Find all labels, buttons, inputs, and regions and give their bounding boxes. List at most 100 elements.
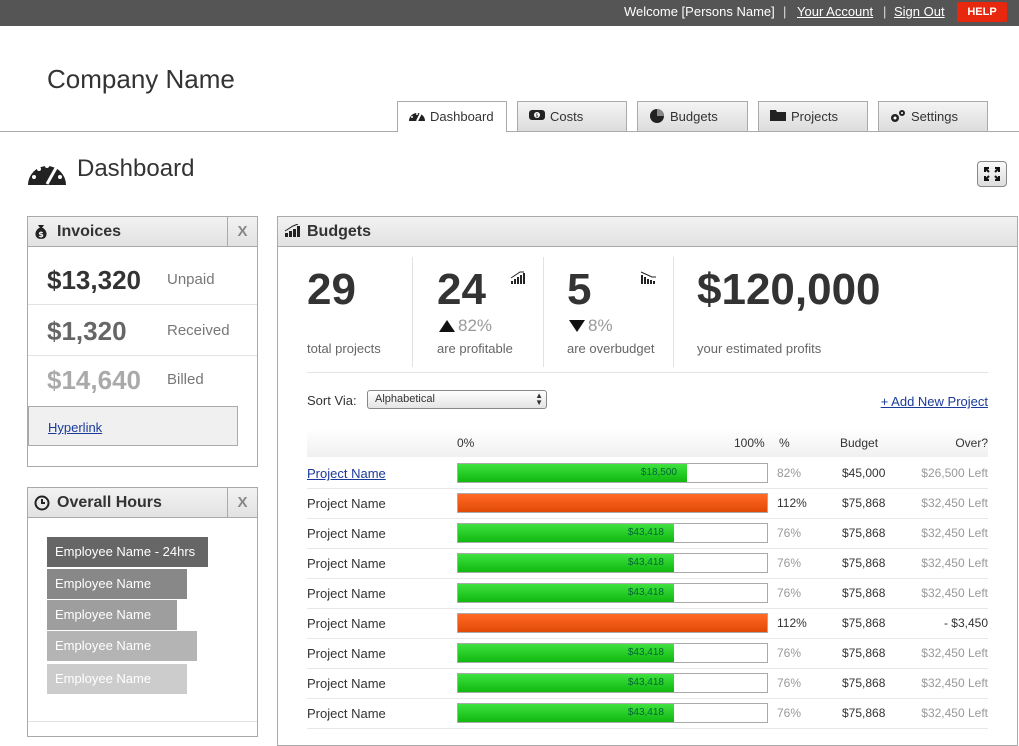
budget-progress-bar: $43,418: [457, 583, 768, 603]
table-row: Project Name $43,418 76% $75,868 $32,450 Lef…: [307, 549, 988, 579]
panel-title: Invoices: [57, 223, 122, 240]
project-name: Project Name: [307, 616, 386, 631]
spent-amount: $43,418: [627, 647, 664, 658]
total-projects-count: 29: [307, 265, 356, 314]
svg-text:$: $: [38, 230, 44, 239]
budget-progress-fill: $43,418: [458, 524, 674, 542]
employee-hours-bar: Employee Name: [47, 664, 187, 694]
project-remaining: $32,450 Left: [921, 646, 988, 660]
tab-projects[interactable]: Projects: [758, 101, 868, 131]
project-percent: 76%: [777, 706, 802, 720]
budget-progress-fill: $43,418: [458, 674, 674, 692]
table-header: 0% 100% % Budget Over?: [307, 429, 988, 457]
project-percent: 76%: [777, 676, 802, 690]
project-percent: 112%: [777, 616, 807, 630]
separator: |: [883, 4, 887, 19]
profitable-percent: 82%: [458, 316, 493, 335]
column-header-over: Over?: [955, 436, 988, 450]
tab-label: Projects: [791, 109, 838, 124]
spent-amount: $43,418: [627, 527, 664, 538]
overbudget-label: are overbudget: [567, 341, 655, 356]
estimated-profits-value: $120,000: [697, 265, 881, 314]
budget-progress-bar: $18,500: [457, 463, 768, 483]
project-name: Project Name: [307, 526, 386, 541]
project-name: Project Name: [307, 556, 386, 571]
project-remaining: $32,450 Left: [921, 706, 988, 720]
fullscreen-button[interactable]: [977, 161, 1007, 187]
invoice-label: Billed: [167, 371, 204, 388]
project-remaining: $26,500 Left: [921, 466, 988, 480]
arrow-up-icon: [438, 319, 456, 338]
table-row: Project Name 112% $75,868 - $3,450: [307, 609, 988, 639]
project-remaining: $32,450 Left: [921, 676, 988, 690]
add-new-project-link[interactable]: + Add New Project: [881, 394, 988, 409]
project-name-link[interactable]: Project Name: [307, 466, 386, 481]
invoice-row: $13,320 Unpaid: [28, 254, 257, 305]
employee-hours-bar: Employee Name: [47, 631, 197, 661]
money-icon: $: [528, 108, 546, 125]
tab-label: Budgets: [670, 109, 718, 124]
sort-label: Sort Via:: [307, 393, 357, 408]
estimated-profits-label: your estimated profits: [697, 341, 822, 356]
tab-costs[interactable]: $ Costs: [517, 101, 627, 131]
panel-title: Overall Hours: [57, 494, 162, 511]
budget-progress-fill: [458, 614, 767, 632]
budget-progress-fill: $43,418: [458, 584, 674, 602]
trend-up-icon: [510, 271, 526, 290]
svg-text:$: $: [535, 113, 538, 119]
overbudget-count: 5: [567, 265, 592, 314]
project-percent: 82%: [777, 466, 802, 480]
spent-amount: $43,418: [627, 677, 664, 688]
divider: [307, 372, 988, 373]
your-account-link[interactable]: Your Account: [797, 4, 873, 19]
divider: [412, 257, 413, 367]
column-header-start: 0%: [457, 436, 475, 450]
expand-icon: [978, 167, 1006, 190]
invoice-label: Unpaid: [167, 271, 215, 288]
close-panel-button[interactable]: X: [227, 217, 257, 247]
employee-hours-bar: Employee Name - 24hrs: [47, 537, 208, 567]
sort-value: Alphabetical: [375, 393, 435, 405]
spent-amount: $43,418: [627, 707, 664, 718]
project-percent: 112%: [777, 496, 807, 510]
tab-dashboard[interactable]: Dashboard: [397, 101, 507, 132]
table-row: Project Name $43,418 76% $75,868 $32,450 Lef…: [307, 579, 988, 609]
project-name: Project Name: [307, 496, 386, 511]
project-percent: 76%: [777, 586, 802, 600]
close-panel-button[interactable]: X: [227, 488, 257, 518]
budget-progress-bar: $43,418: [457, 673, 768, 693]
project-percent: 76%: [777, 526, 802, 540]
divider: [28, 721, 257, 722]
budget-progress-fill: $43,418: [458, 554, 674, 572]
hyperlink[interactable]: Hyperlink: [48, 420, 102, 435]
project-budget: $45,000: [842, 466, 886, 480]
table-row: Project Name $43,418 76% $75,868 $32,450 Lef…: [307, 519, 988, 549]
spent-amount: $43,418: [627, 587, 664, 598]
sign-out-link[interactable]: Sign Out: [894, 4, 945, 19]
panel-header: $ Invoices X: [28, 217, 257, 247]
tab-label: Settings: [911, 109, 958, 124]
project-budget: $75,868: [842, 526, 886, 540]
invoice-row: $1,320 Received: [28, 305, 257, 356]
invoice-amount: $14,640: [47, 365, 141, 395]
separator: |: [783, 4, 787, 19]
project-percent: 76%: [777, 646, 802, 660]
budget-progress-bar: [457, 493, 768, 513]
project-remaining: $32,450 Left: [921, 586, 988, 600]
welcome-text: Welcome [Persons Name]: [624, 4, 775, 19]
trend-down-icon: [640, 271, 658, 290]
project-percent: 76%: [777, 556, 802, 570]
gauge-icon: [27, 156, 67, 191]
project-name: Project Name: [307, 706, 386, 721]
sort-select[interactable]: Alphabetical ▲ ▼: [367, 390, 547, 409]
spent-amount: $43,418: [627, 557, 664, 568]
budget-progress-fill: $18,500: [458, 464, 687, 482]
table-row: Project Name $43,418 76% $75,868 $32,450 Lef…: [307, 699, 988, 729]
project-remaining: $32,450 Left: [921, 496, 988, 510]
project-budget: $75,868: [842, 706, 886, 720]
tab-budgets[interactable]: Budgets: [637, 101, 748, 131]
invoice-amount: $1,320: [47, 316, 127, 346]
tab-settings[interactable]: Settings: [878, 101, 988, 131]
help-button[interactable]: HELP: [957, 2, 1007, 22]
budget-progress-fill: $43,418: [458, 644, 674, 662]
